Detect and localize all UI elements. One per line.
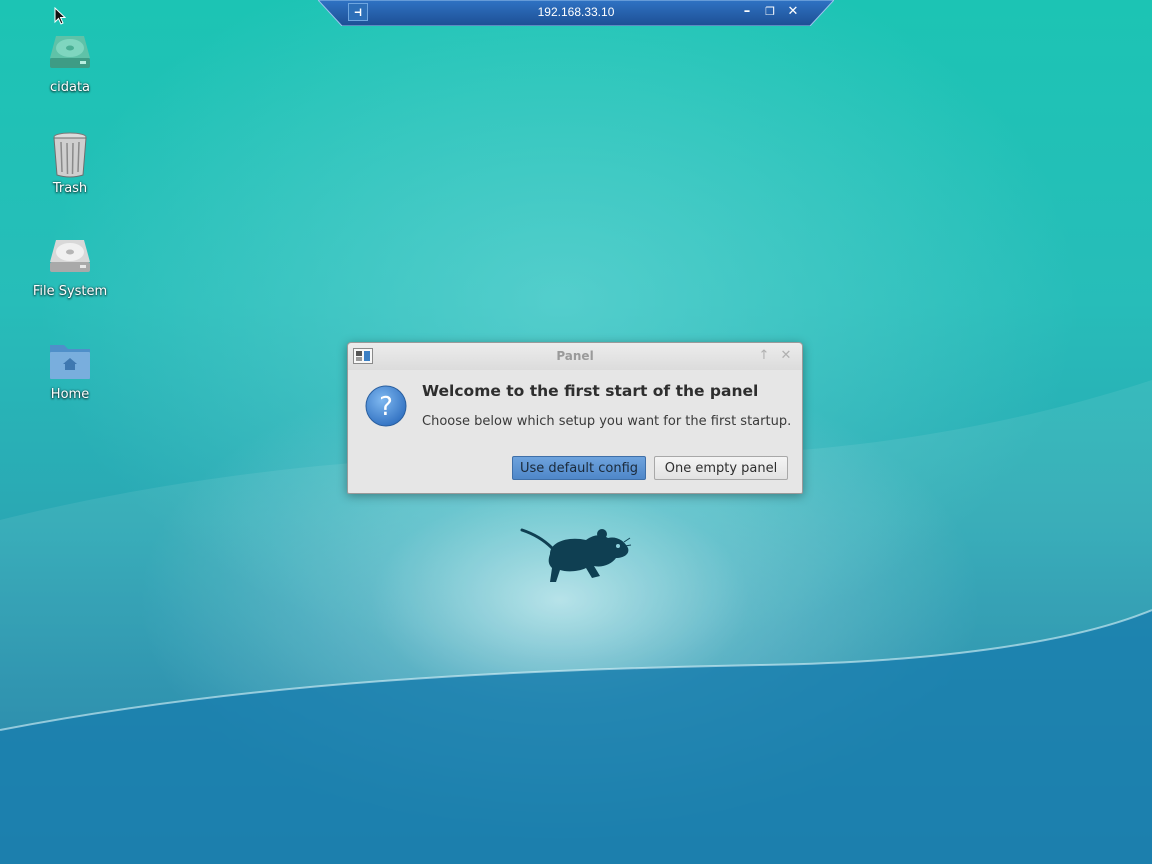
minimize-button[interactable]: –: [739, 3, 755, 21]
home-folder-icon: [46, 337, 94, 385]
drive-icon: [46, 30, 94, 78]
use-default-config-button[interactable]: Use default config: [512, 456, 646, 480]
desktop-icon-home[interactable]: Home: [20, 337, 120, 402]
desktop-icon-filesystem[interactable]: File System: [20, 234, 120, 299]
mouse-cursor-icon: [54, 7, 66, 25]
desktop-icon-label: cidata: [49, 80, 91, 95]
desktop-icon-label: File System: [32, 284, 108, 299]
close-connection-button[interactable]: ✕: [785, 3, 801, 21]
desktop-icon-trash[interactable]: Trash: [20, 131, 120, 196]
question-icon: ?: [365, 385, 407, 427]
dialog-message: Choose below which setup you want for th…: [422, 414, 792, 429]
xfce-mouse-logo: [520, 528, 632, 582]
desktop-icon-label: Home: [50, 387, 90, 402]
desktop-icon-label: Trash: [52, 181, 88, 196]
dialog-close-button[interactable]: ✕: [779, 348, 793, 364]
shade-up-icon[interactable]: ↑: [757, 348, 771, 364]
connection-title: 192.168.33.10: [537, 5, 615, 19]
dialog-heading: Welcome to the first start of the panel: [422, 382, 759, 400]
svg-text:?: ?: [379, 392, 393, 422]
remote-connection-bar: ⊣ 192.168.33.10 – ❐ ✕: [318, 0, 834, 26]
harddisk-icon: [46, 234, 94, 282]
one-empty-panel-button[interactable]: One empty panel: [654, 456, 788, 480]
dialog-titlebar[interactable]: Panel ↑ ✕: [348, 343, 802, 370]
restore-button[interactable]: ❐: [762, 3, 778, 21]
dialog-title: Panel: [556, 349, 594, 363]
desktop-icon-cidata[interactable]: cidata: [20, 30, 120, 95]
trash-icon: [46, 131, 94, 179]
panel-welcome-dialog: Panel ↑ ✕ ? Welcome to the first start o…: [347, 342, 803, 494]
